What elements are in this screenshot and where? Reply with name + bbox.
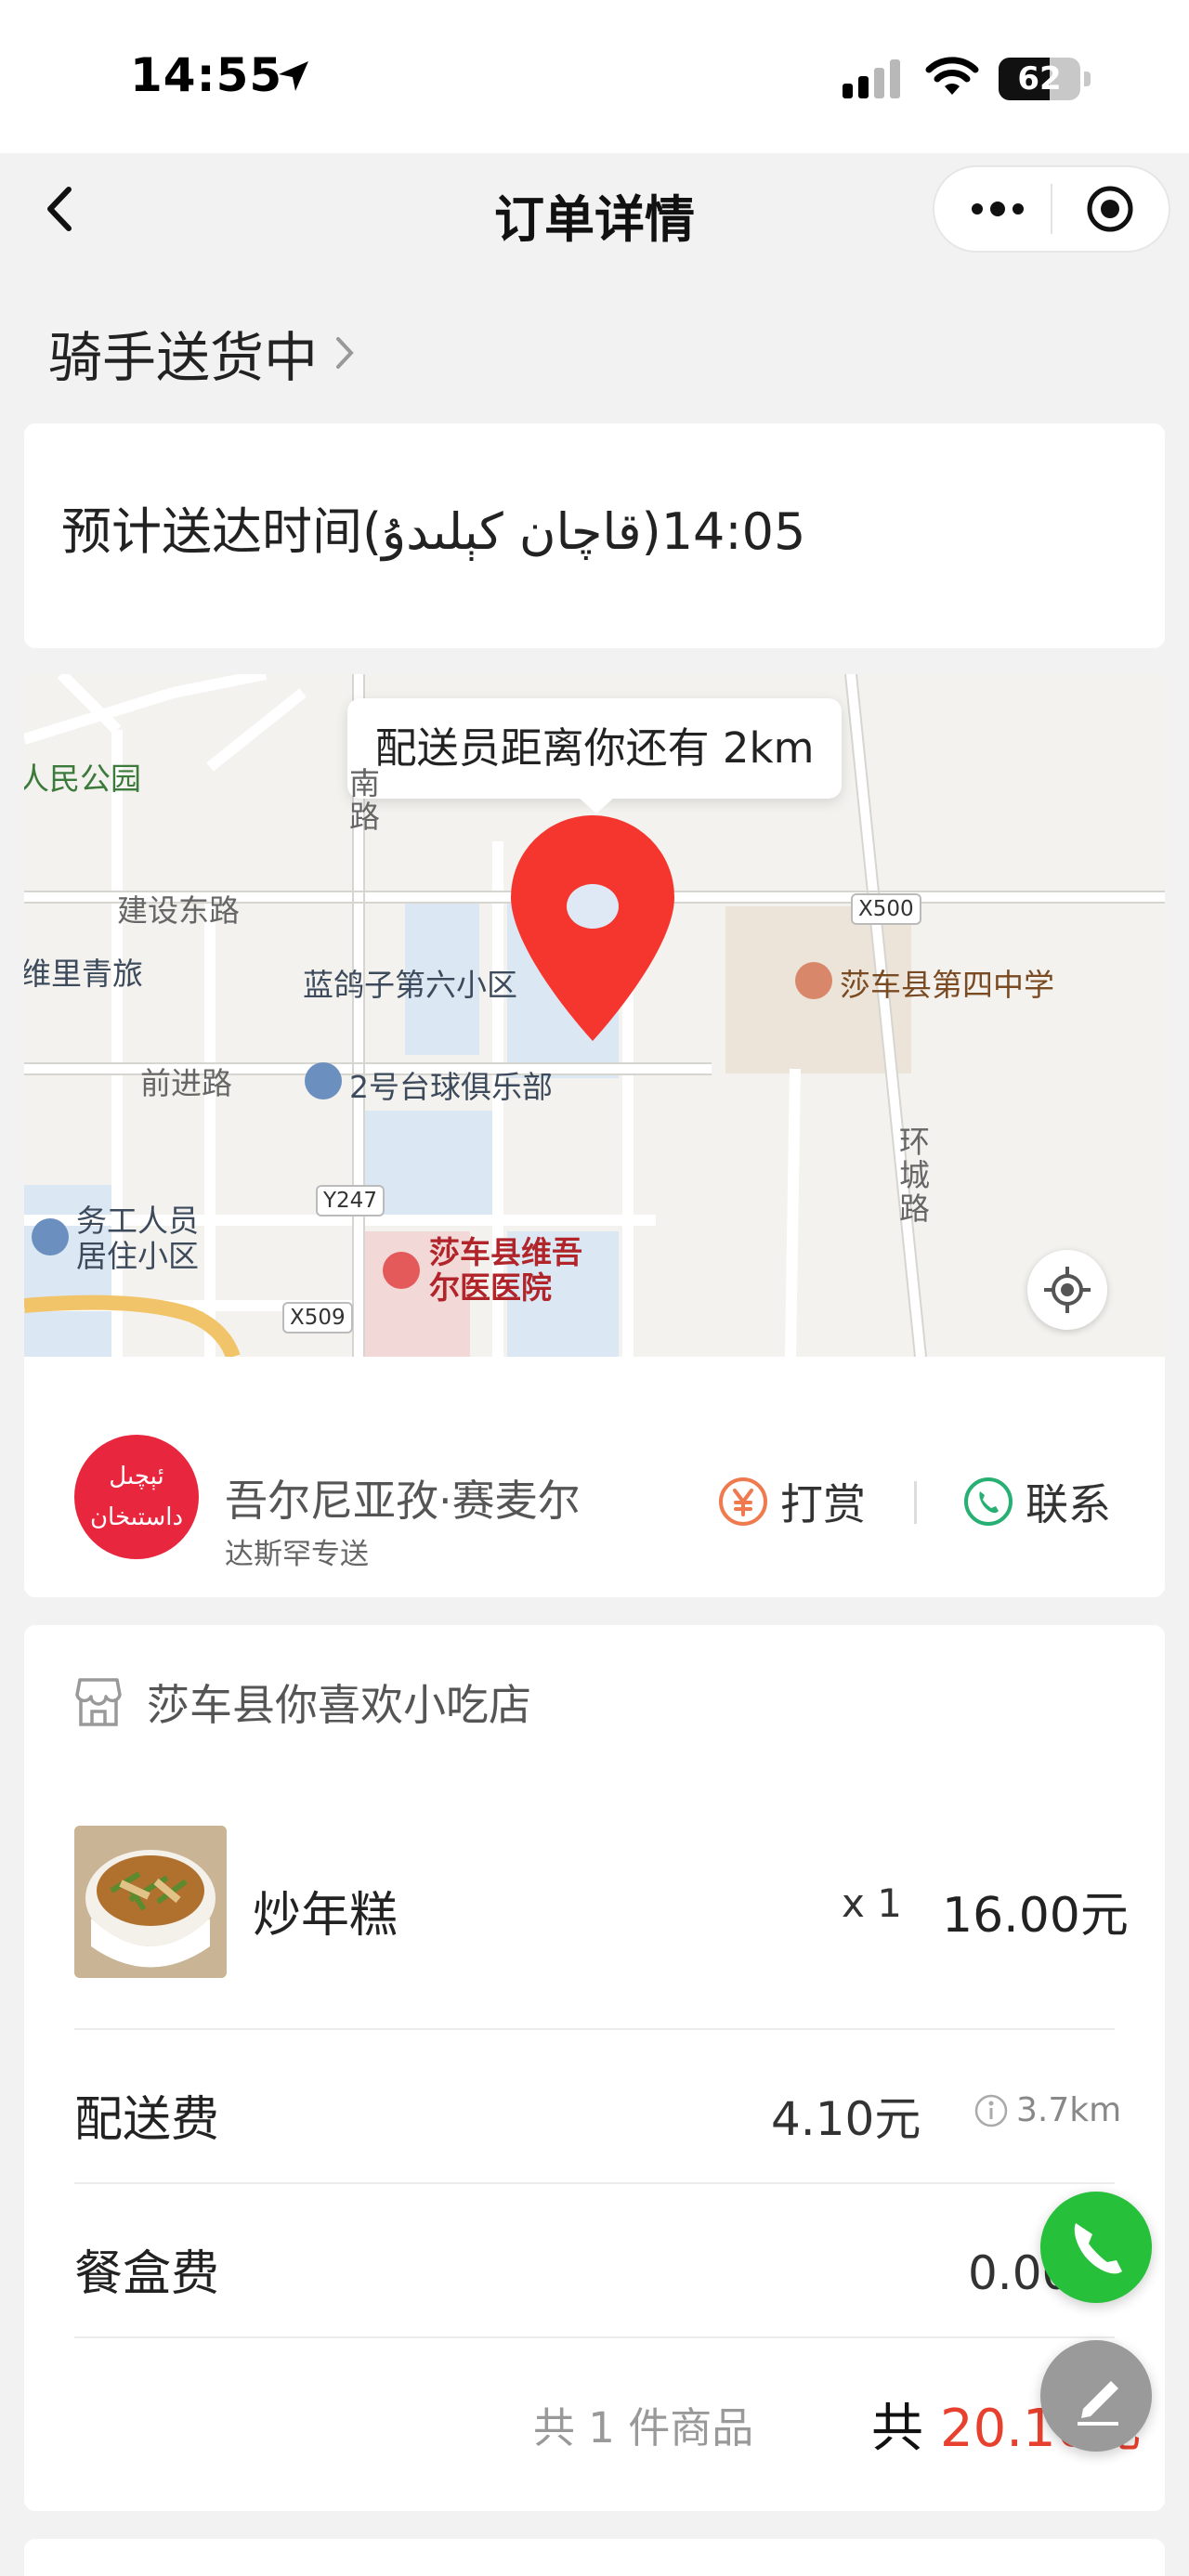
delivery-distance[interactable]: 3.7km — [973, 2091, 1121, 2129]
total-prefix: 共 — [871, 2399, 923, 2459]
map-label-wugong: 务工人员 居住小区 — [76, 1203, 199, 1274]
delivery-fee-label: 配送费 — [74, 2092, 220, 2148]
store-icon — [75, 1678, 122, 1726]
yuan-icon — [719, 1477, 767, 1526]
next-card — [24, 2539, 1165, 2576]
crosshair-icon — [1044, 1267, 1091, 1313]
call-fab-button[interactable] — [1040, 2192, 1152, 2303]
delivery-service: 达斯罕专送 — [225, 1538, 369, 1571]
contact-label: 联系 — [1026, 1479, 1111, 1529]
map-label-nan-road: 南 路 — [349, 765, 380, 835]
road-tag-x500: X500 — [851, 893, 921, 925]
action-divider — [914, 1481, 917, 1524]
map-label-jianshe-road: 建设东路 — [117, 892, 240, 929]
road-tag-y247: Y247 — [316, 1185, 385, 1216]
wifi-icon — [925, 57, 979, 95]
status-time: 14:55 — [130, 48, 283, 102]
pencil-icon — [1078, 2381, 1118, 2426]
food-item-name: 炒年糕 — [253, 1888, 399, 1944]
map-label-hospital: 莎车县维吾 尔医医院 — [429, 1234, 582, 1306]
shop-logo: ئېچىل داستىخان — [74, 1435, 199, 1559]
phone-icon — [1074, 2223, 1122, 2274]
map-label-youth-hostel: 维里青旅 — [24, 956, 143, 992]
food-item-qty: x 1 — [842, 1880, 902, 1926]
chevron-right-icon — [336, 337, 354, 369]
food-item-price: 16.00元 — [942, 1888, 1129, 1944]
home-poi-icon — [32, 1218, 69, 1255]
order-status-label: 骑手送货中 — [48, 326, 319, 389]
shop-name: 莎车县你喜欢小吃店 — [147, 1680, 531, 1730]
delivery-fee-value: 4.10元 — [771, 2092, 921, 2146]
map-label-school: 莎车县第四中学 — [840, 967, 1054, 1003]
shop-header[interactable]: 莎车县你喜欢小吃店 — [74, 1672, 531, 1733]
tip-button[interactable]: 打赏 — [717, 1472, 866, 1531]
shop-logo-line1: ئېچىل — [109, 1463, 164, 1490]
map-label-lanzi: 蓝鸽子第六小区 — [303, 967, 517, 1003]
map-label-huancheng-road: 环 城 路 — [899, 1124, 930, 1227]
edit-fab-button[interactable] — [1040, 2340, 1152, 2452]
rider-name: 吾尔尼亚孜·赛麦尔 — [225, 1476, 581, 1526]
road-tag-x509: X509 — [282, 1302, 353, 1334]
distance-value: 3.7km — [1016, 2091, 1122, 2129]
map-label-billiards: 2号台球俱乐部 — [349, 1069, 553, 1105]
divider — [74, 2182, 1115, 2184]
close-miniprogram-icon[interactable] — [1078, 182, 1143, 236]
tip-label: 打赏 — [780, 1479, 866, 1529]
more-icon[interactable] — [960, 182, 1035, 236]
locate-me-button[interactable] — [1027, 1250, 1107, 1330]
tooltip-tail — [578, 797, 615, 813]
location-arrow-icon — [279, 61, 308, 91]
hospital-poi-icon — [383, 1252, 420, 1289]
box-fee-label: 餐盒费 — [74, 2246, 220, 2302]
order-status-link[interactable]: 骑手送货中 — [48, 314, 359, 392]
order-card — [24, 1625, 1165, 2511]
shop-logo-line2: داستىخان — [89, 1503, 184, 1531]
phone-icon — [964, 1477, 1013, 1526]
delivery-map[interactable]: 配送员距离你还有 2km 人民公园 建设东路 维里青旅 蓝鸽子第六小区 前进路 … — [24, 674, 1165, 1357]
info-icon — [974, 2094, 1008, 2127]
billiards-poi-icon — [305, 1062, 342, 1099]
cellular-signal-icon — [843, 59, 900, 98]
battery-percent: 62 — [1017, 60, 1062, 98]
rider-distance-tooltip: 配送员距离你还有 2km — [347, 698, 842, 799]
divider — [74, 2336, 1115, 2338]
food-image — [74, 1826, 227, 1978]
school-poi-icon — [795, 962, 832, 999]
battery-icon: 62 — [999, 58, 1091, 100]
capsule-divider — [1051, 184, 1052, 234]
map-label-qianjin-road: 前进路 — [140, 1065, 232, 1101]
contact-rider-button[interactable]: 联系 — [962, 1472, 1111, 1531]
item-count: 共 1 件商品 — [533, 2403, 754, 2452]
eta-text: 预计送达时间(قاچان كېلىدۇ)14:05 — [61, 502, 806, 561]
divider — [74, 2028, 1115, 2030]
map-label-park: 人民公园 — [24, 761, 141, 797]
